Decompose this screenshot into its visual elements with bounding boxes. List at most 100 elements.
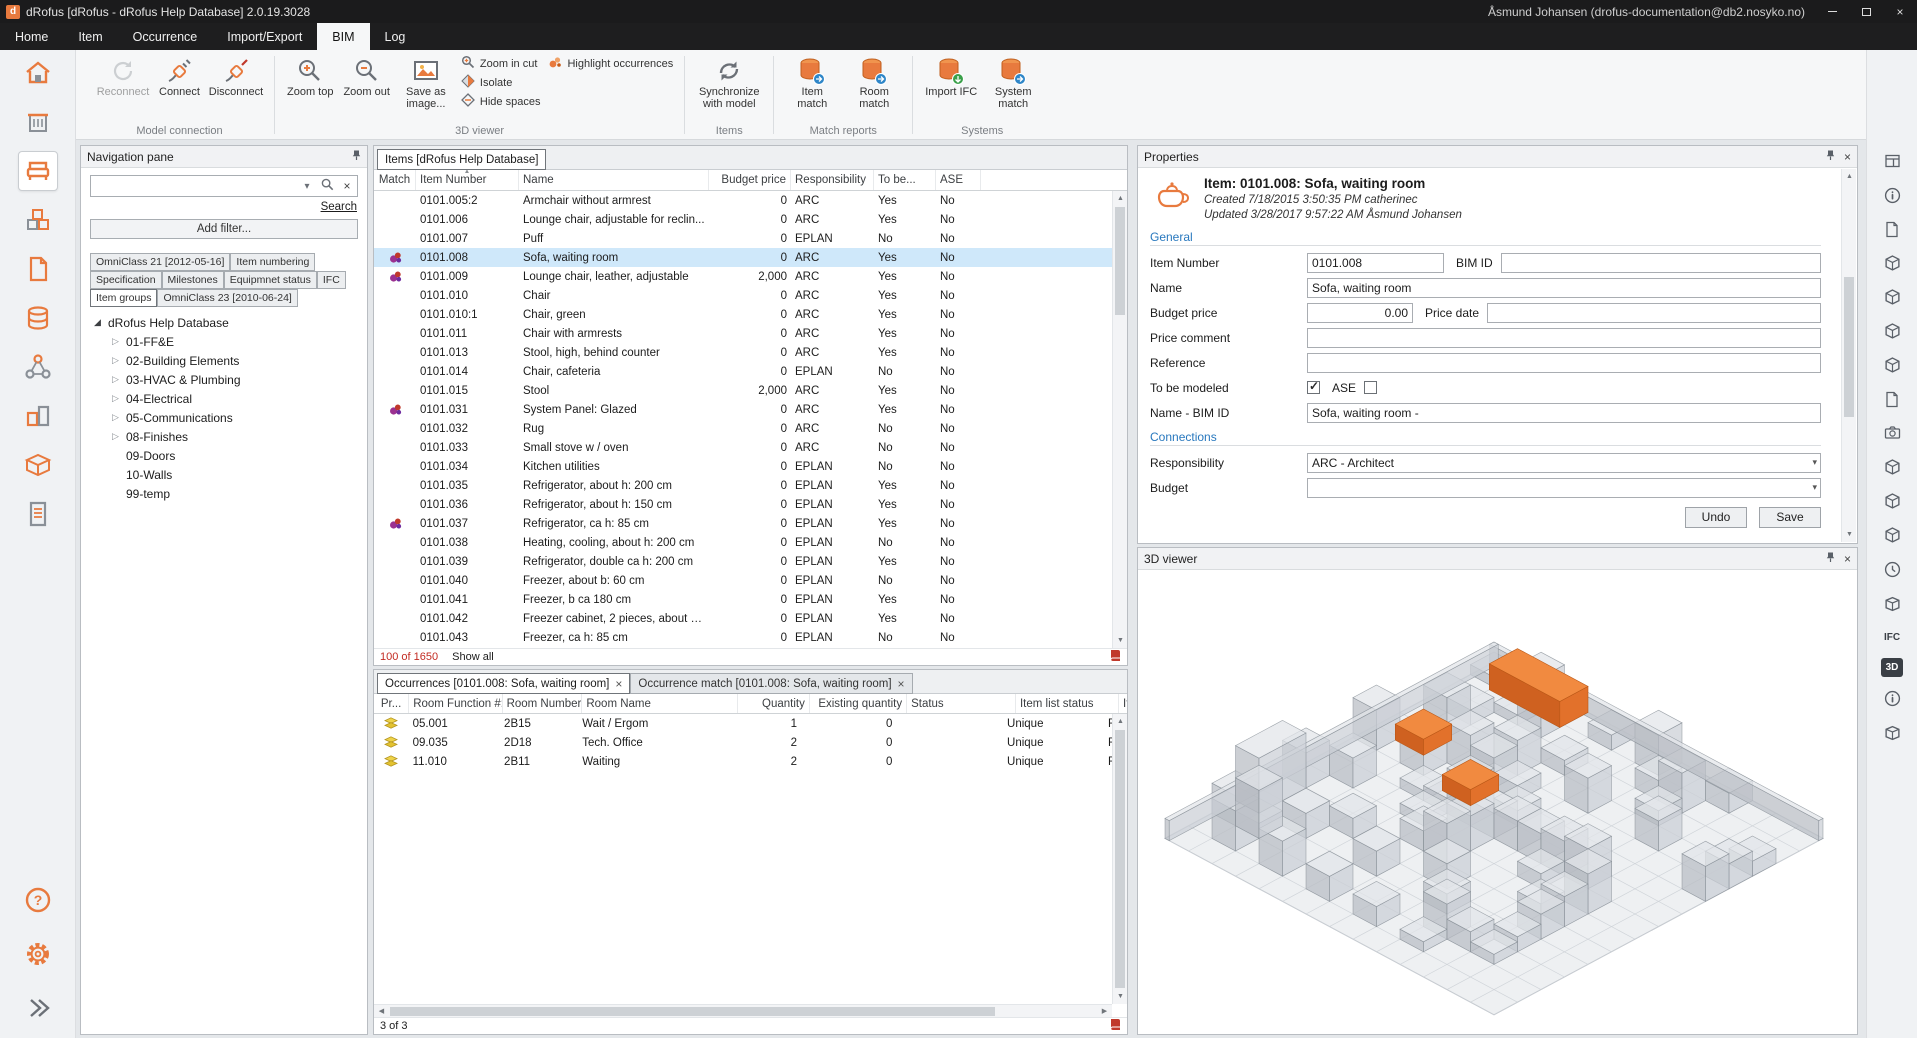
document-icon[interactable] [1879,386,1905,412]
occurrences-tab-0[interactable]: Occurrences [0101.008: Sofa, waiting roo… [377,673,630,694]
properties-vertical-scrollbar[interactable]: ▲ ▼ [1841,169,1856,542]
add-filter-button[interactable]: Add filter... [90,219,358,239]
tree-item-99-temp[interactable]: 99-temp [90,484,358,503]
reconnect-button[interactable]: Reconnect [93,51,153,100]
zoom-in-cut-button[interactable]: Zoom in cut [457,54,545,73]
items-row-0101-035[interactable]: 0101.035Refrigerator, about h: 200 cm0EP… [374,476,1112,495]
column-to-be[interactable]: To be... [874,170,936,190]
zoom-out-button[interactable]: Zoom out [339,51,393,100]
model-add-icon[interactable] [1879,488,1905,514]
column-budget-price[interactable]: Budget price [709,170,791,190]
reports-module-icon[interactable] [18,494,58,534]
reference-input[interactable] [1307,353,1821,373]
items-row-0101-008[interactable]: 0101.008Sofa, waiting room0ARCYesNo [374,248,1112,267]
system-match-button[interactable]: System match [983,51,1043,113]
menu-item-log[interactable]: Log [370,23,421,50]
column-priority[interactable]: Pr... [374,694,409,713]
report-book-icon[interactable] [1110,1018,1121,1034]
highlight-occurrences-button[interactable]: Highlight occurrences [544,54,677,73]
disconnect-button[interactable]: Disconnect [206,51,266,100]
menu-item-import-export[interactable]: Import/Export [212,23,317,50]
tree-collapsed-icon[interactable]: ▷ [112,355,126,366]
name-bim-id-input[interactable]: Sofa, waiting room - [1307,403,1821,423]
tree-root[interactable]: ◢ dRofus Help Database [90,313,358,332]
isolate-button[interactable]: Isolate [457,73,545,92]
sync-model-icon[interactable] [1879,284,1905,310]
close-button[interactable]: × [1883,0,1917,23]
synchronize-with-model-button[interactable]: Synchronize with model [693,51,765,113]
nav-tab-item-numbering[interactable]: Item numbering [230,253,315,271]
close-panel-icon[interactable]: × [1844,151,1851,163]
items-vertical-scrollbar[interactable]: ▲ ▼ [1112,191,1127,648]
menu-item-occurrence[interactable]: Occurrence [118,23,213,50]
model-3d-viewport[interactable] [1138,570,1857,1034]
export-model-icon[interactable] [1879,318,1905,344]
occurrences-tab-1[interactable]: Occurrence match [0101.008: Sofa, waitin… [630,673,912,694]
tree-item-04-electrical[interactable]: ▷04-Electrical [90,389,358,408]
logistics-module-icon[interactable] [18,445,58,485]
items-row-0101-034[interactable]: 0101.034Kitchen utilities0EPLANNoNo [374,457,1112,476]
items-row-0101-032[interactable]: 0101.032Rug0ARCNoNo [374,419,1112,438]
scroll-down-icon[interactable]: ▼ [1113,989,1128,1004]
items-module-icon[interactable] [18,151,58,191]
save-button[interactable]: Save [1759,507,1821,528]
tree-collapsed-icon[interactable]: ▷ [112,431,126,442]
to-be-modeled-checkbox[interactable] [1307,381,1320,394]
tree-item-03-hvac-plumbing[interactable]: ▷03-HVAC & Plumbing [90,370,358,389]
site-module-icon[interactable] [18,53,58,93]
scroll-up-icon[interactable]: ▲ [1113,191,1128,206]
items-row-0101-042[interactable]: 0101.042Freezer cabinet, 2 pieces, about… [374,609,1112,628]
nav-tab-item-groups[interactable]: Item groups [90,289,157,307]
room-box-icon[interactable] [1879,719,1905,745]
items-row-0101-011[interactable]: 0101.011Chair with armrests0ARCYesNo [374,324,1112,343]
items-row-0101-013[interactable]: 0101.013Stool, high, behind counter0ARCY… [374,343,1112,362]
estate-module-icon[interactable] [18,396,58,436]
items-row-0101-007[interactable]: 0101.007Puff0EPLANNoNo [374,229,1112,248]
items-row-0101-031[interactable]: 0101.031System Panel: Glazed0ARCYesNo [374,400,1112,419]
items-row-0101-009[interactable]: 0101.009Lounge chair, leather, adjustabl… [374,267,1112,286]
responsibility-select[interactable]: ARC - Architect▾ [1307,453,1821,473]
ase-checkbox[interactable] [1364,381,1377,394]
column-ase[interactable]: ASE [936,170,981,190]
expand-sidebar-icon[interactable] [18,988,58,1028]
tree-item-01-ff-e[interactable]: ▷01-FF&E [90,332,358,351]
items-row-0101-043[interactable]: 0101.043Freezer, ca h: 85 cm0EPLANNoNo [374,628,1112,647]
scroll-down-icon[interactable]: ▼ [1842,527,1857,542]
model-group-icon[interactable] [1879,454,1905,480]
pin-icon[interactable] [352,150,361,164]
items-tab[interactable]: Items [dRofus Help Database] [377,149,546,170]
properties-info-icon[interactable] [1879,182,1905,208]
maximize-button[interactable] [1849,0,1883,23]
documents-module-icon[interactable] [18,249,58,289]
items-row-0101-038[interactable]: 0101.038Heating, cooling, about h: 200 c… [374,533,1112,552]
name-input[interactable]: Sofa, waiting room [1307,278,1821,298]
tree-collapsed-icon[interactable]: ▷ [112,374,126,385]
close-tab-icon[interactable]: × [615,678,622,690]
items-row-0101-014[interactable]: 0101.014Chair, cafeteria0EPLANNoNo [374,362,1112,381]
database-module-icon[interactable] [18,298,58,338]
price-comment-input[interactable] [1307,328,1821,348]
info-circle-icon[interactable] [1879,685,1905,711]
tree-item-10-walls[interactable]: 10-Walls [90,465,358,484]
close-tab-icon[interactable]: × [898,678,905,690]
scroll-up-icon[interactable]: ▲ [1842,169,1857,184]
package-box-icon[interactable] [1879,590,1905,616]
item-match-button[interactable]: Item match [782,51,842,113]
nav-tab-equipmnet-status[interactable]: Equipmnet status [224,271,317,289]
tree-item-05-communications[interactable]: ▷05-Communications [90,408,358,427]
report-book-icon[interactable] [1110,649,1121,665]
dock-layout-icon[interactable] [1879,148,1905,174]
scroll-down-icon[interactable]: ▼ [1113,633,1128,648]
model-cube-icon[interactable] [1879,250,1905,276]
connect-button[interactable]: Connect [155,51,204,100]
column-responsibility[interactable]: Responsibility [791,170,874,190]
items-row-0101-039[interactable]: 0101.039Refrigerator, double ca h: 200 c… [374,552,1112,571]
items-row-0101-033[interactable]: 0101.033Small stove w / oven0ARCNoNo [374,438,1112,457]
hide-spaces-button[interactable]: Hide spaces [457,92,545,111]
items-row-0101-041[interactable]: 0101.041Freezer, b ca 180 cm0EPLANYesNo [374,590,1112,609]
viewer-3d-badge[interactable]: 3D [1881,658,1903,677]
nav-tab-ifc[interactable]: IFC [317,271,346,289]
search-icon[interactable] [317,178,337,194]
column-room-function[interactable]: Room Function #: [409,694,502,713]
items-row-0101-006[interactable]: 0101.006Lounge chair, adjustable for rec… [374,210,1112,229]
